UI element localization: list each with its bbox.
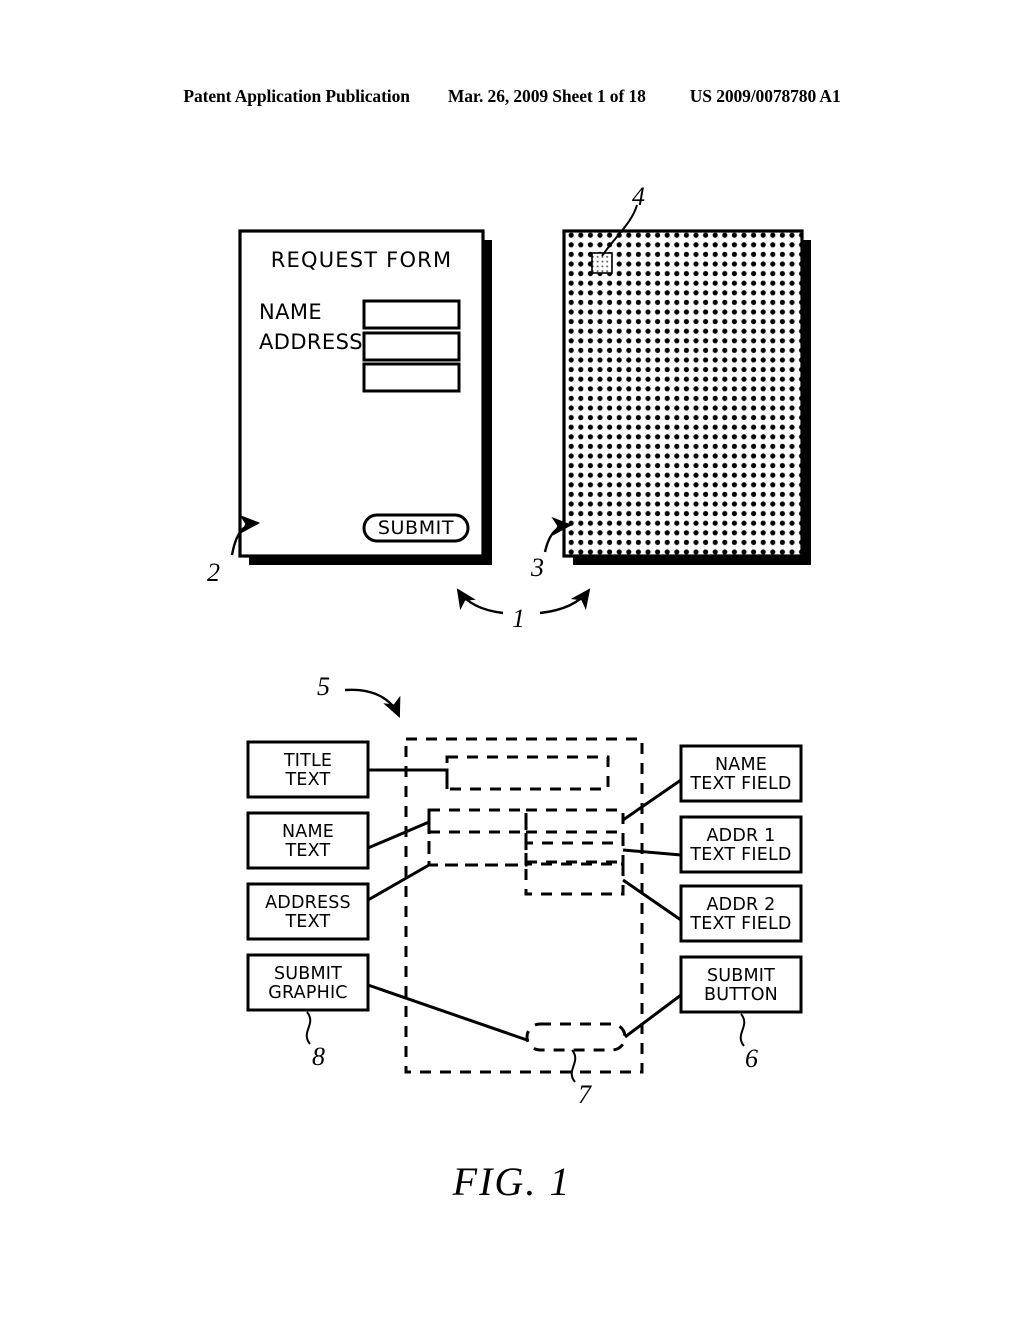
leader-line-6 xyxy=(739,1013,746,1047)
box-label-submit-graphic: SUBMIT GRAPHIC xyxy=(248,965,368,1003)
ref-numeral-6: 6 xyxy=(745,1044,758,1073)
connector-submit-graphic xyxy=(367,983,528,1042)
box-label-addr1-text-field-line2: TEXT FIELD xyxy=(690,844,792,865)
leader-line-1-right xyxy=(539,588,591,615)
form-label-name: NAME xyxy=(259,300,323,324)
dashed-addr1-field-zone xyxy=(524,830,625,866)
box-label-name-text-field-line2: TEXT FIELD xyxy=(690,773,792,794)
connector-submit-button xyxy=(624,993,682,1039)
box-label-name-text-field: NAME TEXT FIELD xyxy=(681,756,801,794)
connector-addr2-field xyxy=(622,878,682,922)
connector-address-text xyxy=(367,863,430,902)
box-label-address-text: ADDRESS TEXT xyxy=(248,894,368,932)
connector-name-field xyxy=(622,778,682,822)
box-label-name-text-line2: TEXT xyxy=(285,840,331,861)
box-label-addr2-text-field-line1: ADDR 2 xyxy=(706,895,776,915)
ref-numeral-1: 1 xyxy=(512,604,525,633)
box-label-name-text: NAME TEXT xyxy=(248,823,368,861)
coded-page-group xyxy=(543,204,811,565)
coded-tag-region xyxy=(591,252,613,274)
form-field-addr2-box xyxy=(362,362,461,393)
box-label-name-text-field-line1: NAME xyxy=(714,755,768,775)
ref-numeral-4: 4 xyxy=(632,182,645,211)
ref-numeral-5: 5 xyxy=(317,672,330,701)
ref-numeral-7: 7 xyxy=(578,1080,591,1109)
connector-name-text xyxy=(367,810,431,850)
box-label-addr1-text-field: ADDR 1 TEXT FIELD xyxy=(681,827,801,865)
box-label-addr2-text-field-line2: TEXT FIELD xyxy=(690,913,792,934)
form-submit-label: SUBMIT xyxy=(377,517,455,539)
dashed-addr2-field-zone xyxy=(524,860,625,896)
form-field-addr1-box xyxy=(362,331,461,362)
connector-addr1-field xyxy=(622,848,682,857)
box-label-address-text-line2: TEXT xyxy=(285,911,331,932)
figure-caption: FIG. 1 xyxy=(452,1159,572,1204)
box-label-submit-graphic-line2: GRAPHIC xyxy=(268,982,348,1003)
dashed-submit-zone xyxy=(525,1022,627,1052)
box-label-title-text-line2: TEXT xyxy=(285,769,331,790)
figure-1-drawing xyxy=(0,0,1024,1320)
box-label-submit-button-line2: BUTTON xyxy=(704,984,778,1005)
dashed-title-zone xyxy=(445,755,610,791)
leader-line-8 xyxy=(305,1011,312,1045)
box-label-title-text-line1: TITLE xyxy=(283,751,333,771)
box-label-addr1-text-field-line1: ADDR 1 xyxy=(706,826,776,846)
form-page-group xyxy=(230,229,492,565)
ref-numeral-8: 8 xyxy=(312,1042,325,1071)
leader-line-7 xyxy=(570,1049,577,1083)
box-label-submit-button: SUBMIT BUTTON xyxy=(681,967,801,1005)
ref-numeral-3: 3 xyxy=(531,553,544,582)
dashed-page-outline xyxy=(404,737,644,1074)
dashed-name-label-zone xyxy=(427,808,528,867)
box-label-submit-graphic-line1: SUBMIT xyxy=(273,964,343,984)
box-label-address-text-line1: ADDRESS xyxy=(265,893,351,913)
leader-line-1-left xyxy=(456,588,504,615)
box-label-submit-button-line1: SUBMIT xyxy=(706,966,776,986)
ref-numeral-2: 2 xyxy=(207,558,220,587)
block-diagram-group xyxy=(246,688,803,1083)
dashed-name-field-zone xyxy=(524,808,625,845)
form-label-address: ADDRESS xyxy=(259,330,364,354)
box-label-title-text: TITLE TEXT xyxy=(248,752,368,790)
form-field-name-box xyxy=(362,299,461,330)
form-title: REQUEST FORM xyxy=(270,248,453,272)
box-label-name-text-line1: NAME xyxy=(281,822,335,842)
leader-line-5 xyxy=(344,688,401,718)
box-label-addr2-text-field: ADDR 2 TEXT FIELD xyxy=(681,896,801,934)
dashed-address-label-zone xyxy=(427,830,528,867)
